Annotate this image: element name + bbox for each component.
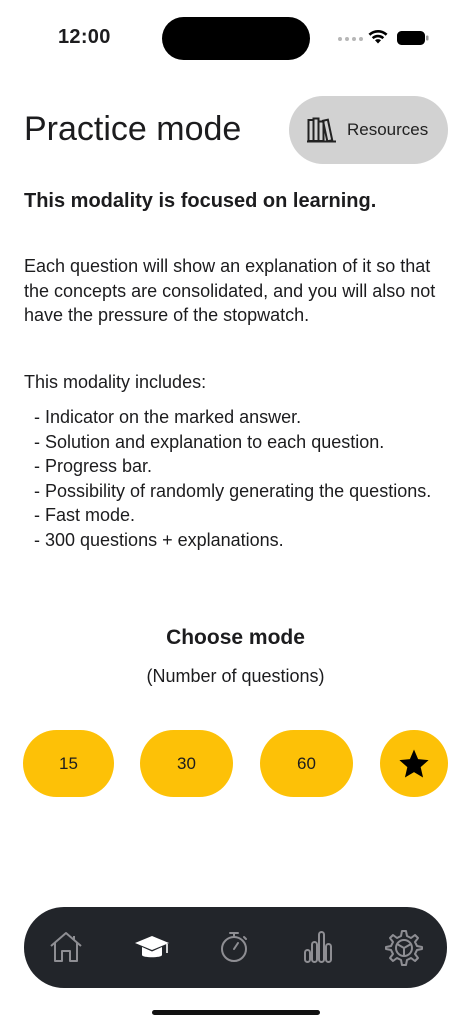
tab-learn[interactable] [130,925,174,969]
list-item: - 300 questions + explanations. [34,529,284,550]
stopwatch-icon [221,932,247,962]
tab-stats[interactable] [297,925,341,969]
dynamic-island [162,17,310,60]
home-icon [50,932,82,962]
cellular-signal-icon [338,37,363,41]
battery-icon [397,31,429,45]
tab-settings[interactable] [382,925,426,969]
resources-label: Resources [347,120,429,139]
modality-subtitle: This modality is focused on learning. [24,190,377,212]
settings-gear-icon [385,930,423,966]
list-item: - Fast mode. [34,505,136,525]
mode-15-label: 15 [59,753,78,773]
graduation-cap-icon [135,936,169,958]
includes-label: This modality includes: [24,372,207,392]
bar-chart-icon [304,931,332,963]
modality-description: Each question will show an explanation o… [24,256,436,325]
list-item: - Indicator on the marked answer. [34,407,302,427]
books-icon [307,117,336,143]
features-list: - Indicator on the marked answer. - Solu… [34,405,454,552]
page-title: Practice mode [24,110,242,148]
mode-15-button[interactable]: 15 [23,730,114,797]
tab-home[interactable] [44,925,88,969]
list-item: - Possibility of randomly generating the… [34,480,432,501]
tab-timer[interactable] [212,925,256,969]
mode-favorite-button[interactable] [380,730,448,797]
list-item: - Solution and explanation to each quest… [34,431,385,452]
mode-60-button[interactable]: 60 [260,730,353,797]
wifi-icon [368,30,388,44]
tab-bar [24,907,447,988]
list-item: - Progress bar. [34,456,153,476]
choose-mode-title: Choose mode [166,626,305,649]
mode-30-button[interactable]: 30 [140,730,233,797]
status-time: 12:00 [58,26,111,48]
resources-button[interactable]: Resources [289,96,448,164]
star-icon [399,749,429,777]
mode-30-label: 30 [177,753,196,773]
status-bar: 12:00 [0,0,471,80]
home-indicator [152,1010,320,1015]
mode-60-label: 60 [297,753,316,773]
choose-mode-subtitle: (Number of questions) [146,666,325,686]
